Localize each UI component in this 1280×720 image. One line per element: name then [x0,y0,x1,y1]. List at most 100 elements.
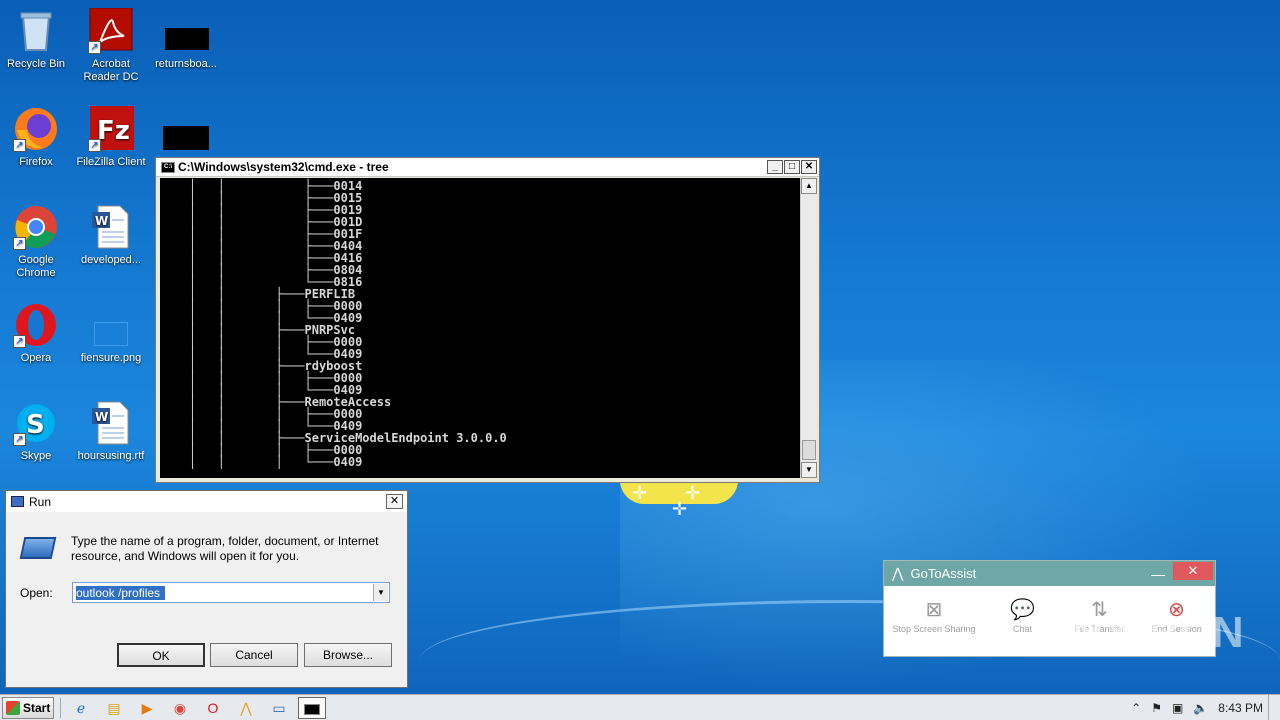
desktop-icon-chrome[interactable]: ↗ Google Chrome [0,204,74,280]
tool-label: Stop Screen Sharing [892,624,976,634]
svg-text:S: S [26,410,45,440]
filezilla-icon: Fz ↗ [88,106,134,152]
close-button[interactable]: ✕ [386,494,403,509]
ok-button[interactable]: OK [117,643,205,667]
gotoassist-title: GoToAssist [910,566,977,581]
opera-icon: ↗ [13,302,59,348]
desktop-icon-developed[interactable]: W developed... [73,204,149,267]
shortcut-arrow-icon: ↗ [13,335,26,348]
desktop-icon-label: returnsboa... [155,58,217,70]
console-output[interactable]: │ │ ├───0014 │ │ ├───0015 │ │ ├───0019 │… [160,178,801,478]
desktop-icon-firefox[interactable]: ↗ Firefox [0,106,74,169]
run-dialog[interactable]: Run ✕ Type the name of a program, folder… [5,490,408,688]
desktop-icon-returnsboa[interactable]: returnsboa... [148,8,224,71]
desktop-icon-recycle-bin[interactable]: Recycle Bin [0,8,74,71]
taskbar-gotoassist-icon[interactable]: ⋀ [232,697,260,719]
run-program-icon [19,537,57,559]
sparkle-icon: ✛ [672,499,688,519]
skype-icon: S ↗ [13,400,59,446]
run-title-icon [11,496,24,507]
desktop-icon-label: Firefox [19,156,53,168]
desktop-icon-acrobat[interactable]: ↗ Acrobat Reader DC [73,7,149,84]
console-text: │ │ ├───0014 │ │ ├───0015 │ │ ├───0019 │… [188,179,507,469]
desktop-icon-label: developed... [81,254,141,266]
desktop-icon-opera[interactable]: ↗ Opera [0,302,74,365]
shortcut-arrow-icon: ↗ [13,237,26,250]
open-combobox[interactable]: ▼ [72,582,390,603]
network-icon[interactable]: ▣ [1172,701,1183,715]
taskbar-cmd-icon[interactable] [298,696,326,719]
chevron-down-icon[interactable]: ▼ [373,584,388,601]
shortcut-arrow-icon: ↗ [88,139,101,152]
svg-text:W: W [95,410,108,424]
minimize-button[interactable]: — [1143,566,1173,582]
stop-screen-share-icon: ⊠ [925,599,943,621]
browse-button[interactable]: Browse... [304,643,392,667]
show-desktop-button[interactable] [1268,694,1280,720]
shortcut-arrow-icon: ↗ [13,139,26,152]
maximize-button[interactable]: □ [784,160,800,174]
taskbar-media-player-icon[interactable]: ▶ [133,697,161,719]
run-title: Run [29,494,52,509]
system-tray: ⌃ ⚑ ▣ 🔈 8:43 PM [1126,694,1280,720]
recycle-bin-icon [13,8,59,54]
close-button[interactable]: ✕ [1173,561,1213,580]
svg-text:W: W [95,214,108,228]
taskbar-explorer-icon[interactable]: ▤ [100,697,128,719]
cmd-titlebar[interactable]: C:\ C:\Windows\system32\cmd.exe - tree _… [156,158,819,177]
redacted-icon [163,126,209,150]
clock[interactable]: 8:43 PM [1218,701,1263,715]
taskbar-opera-icon[interactable]: O [199,697,227,719]
desktop-icon-label: Opera [20,352,52,364]
word-doc-icon: W [88,400,134,446]
minimize-button[interactable]: _ [767,160,783,174]
desktop-icon-hoursusing[interactable]: W hoursusing.rtf [73,400,149,463]
taskbar-chrome-icon[interactable]: ◉ [166,697,194,719]
shortcut-arrow-icon: ↗ [13,433,26,446]
desktop-icon-skype[interactable]: S ↗ Skype [0,400,74,463]
desktop-icon-filezilla[interactable]: Fz ↗ FileZilla Client [73,106,149,169]
desktop-icon-label: Acrobat Reader DC [83,58,139,83]
desktop-icon-label: hoursusing.rtf [77,450,145,462]
scroll-down-icon[interactable]: ▼ [801,462,817,478]
desktop-icon-label: FileZilla Client [76,156,146,168]
chrome-icon: ↗ [13,204,59,250]
desktop-icon-fiensure[interactable]: fiensure.png [73,302,149,365]
desktop-icon-label: Recycle Bin [6,58,66,70]
start-button[interactable]: Start [2,696,54,719]
action-center-flag-icon[interactable]: ⚑ [1151,701,1162,715]
scroll-thumb[interactable] [802,440,816,460]
cmd-window[interactable]: C:\ C:\Windows\system32\cmd.exe - tree _… [155,157,820,483]
image-icon [88,302,134,348]
volume-icon[interactable]: 🔈 [1193,701,1208,715]
run-description: Type the name of a program, folder, docu… [71,534,379,563]
stop-screen-sharing-button[interactable]: ⊠ Stop Screen Sharing [884,596,984,634]
cmd-icon: C:\ [161,161,175,173]
svg-text:Fz: Fz [97,116,130,146]
sparkle-icon: ✛ [632,483,648,503]
firefox-icon: ↗ [13,106,59,152]
cmd-title: C:\Windows\system32\cmd.exe - tree [178,160,389,174]
watermark: ANY RUN [1038,608,1245,657]
start-label: Start [23,700,51,715]
open-label: Open: [20,586,53,600]
taskbar-ie-icon[interactable]: ℯ [67,697,95,719]
open-input[interactable] [76,584,366,601]
close-button[interactable]: ✕ [801,160,817,174]
desktop-icon-label: fiensure.png [80,352,142,364]
desktop-icon-label: Google Chrome [16,254,56,279]
gotoassist-header: ⋀ GoToAssist — ✕ [884,561,1215,586]
acrobat-icon: ↗ [88,7,134,54]
cancel-button[interactable]: Cancel [210,643,298,667]
file-icon [163,8,209,54]
taskbar-run-icon[interactable]: ▭ [265,697,293,719]
desktop-icon-label: Skype [20,450,52,462]
scroll-up-icon[interactable]: ▲ [801,178,817,194]
gotoassist-logo-icon: ⋀ [892,565,904,581]
sparkle-icon: ✛ [685,483,701,503]
vertical-scrollbar[interactable]: ▲ ▼ [800,178,817,478]
taskbar: Start ℯ ▤ ▶ ◉ O ⋀ ▭ ⌃ ⚑ ▣ 🔈 8:43 PM [0,694,1280,720]
run-titlebar[interactable]: Run ✕ [6,491,407,512]
windows-logo-icon [6,700,20,715]
tray-expand-icon[interactable]: ⌃ [1131,701,1141,715]
